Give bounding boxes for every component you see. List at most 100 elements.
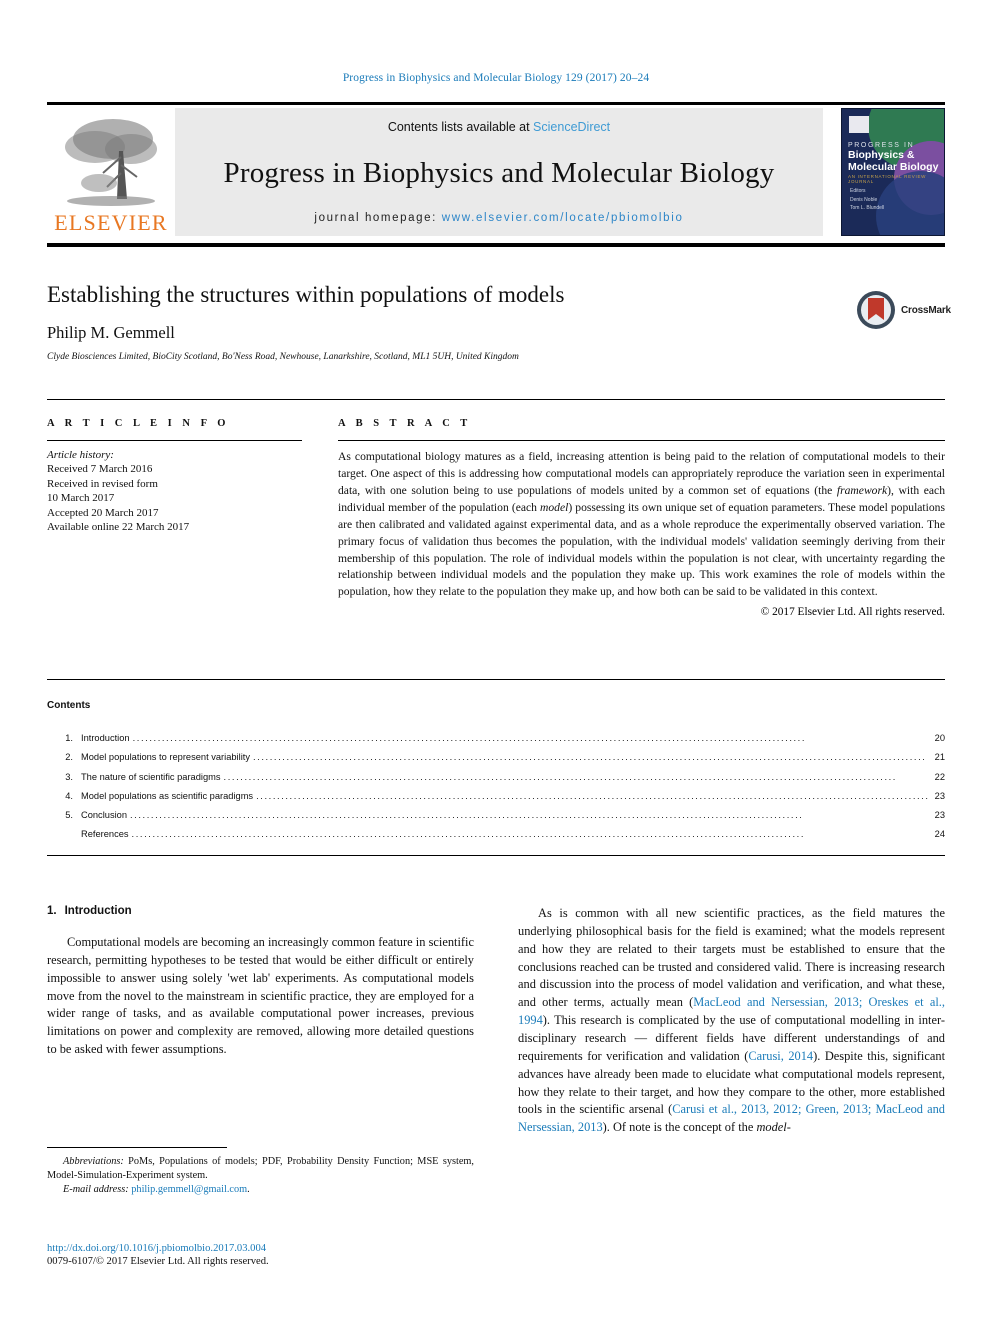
- toc-leader-dots: ........................................…: [256, 791, 930, 801]
- toc-number: 3.: [65, 771, 73, 782]
- article-title-block: Establishing the structures within popul…: [47, 282, 837, 362]
- abstract-body: As computational biology matures as a fi…: [338, 449, 945, 601]
- abbreviations-label: Abbreviations:: [63, 1156, 124, 1167]
- journal-homepage-line: journal homepage: www.elsevier.com/locat…: [314, 212, 683, 224]
- toc-page-number: 24: [934, 829, 945, 840]
- toc-item-model-populations-paradigms[interactable]: 4. Model populations as scientific parad…: [47, 790, 945, 801]
- article-affiliation: Clyde Biosciences Limited, BioCity Scotl…: [47, 352, 519, 363]
- journal-homepage-prefix: journal homepage:: [314, 212, 442, 224]
- crossmark-label: CrossMark: [901, 304, 951, 316]
- info-abstract-top-rule: [47, 399, 945, 400]
- journal-masthead: ELSEVIER Contents lists available at Sci…: [47, 102, 945, 236]
- abstract-italic-model: model: [540, 500, 569, 514]
- toc-item-model-populations-variability[interactable]: 2. Model populations to represent variab…: [47, 752, 945, 763]
- toc-number: 1.: [65, 733, 73, 743]
- toc-leader-dots: ........................................…: [130, 811, 804, 821]
- sciencedirect-link[interactable]: ScienceDirect: [533, 120, 610, 134]
- toc-page-number: 23: [934, 810, 945, 821]
- page-title: Establishing the structures within popul…: [47, 282, 565, 307]
- toc-page-number: 22: [934, 771, 945, 782]
- contents-top-rule: [47, 679, 945, 680]
- toc-item-nature-scientific-paradigms[interactable]: 3. The nature of scientific paradigms ..…: [47, 771, 945, 782]
- footnote-block: Abbreviations: PoMs, Populations of mode…: [47, 1155, 474, 1196]
- doi-link[interactable]: http://dx.doi.org/10.1016/j.pbiomolbio.2…: [47, 1243, 474, 1254]
- toc-item-conclusion[interactable]: 5. Conclusion ..........................…: [47, 810, 945, 821]
- contents-available-prefix: Contents lists available at: [387, 120, 534, 134]
- article-history-item: Available online 22 March 2017: [47, 521, 190, 534]
- contents-heading: Contents: [47, 700, 91, 711]
- toc-page-number: 21: [934, 752, 945, 763]
- article-history-item: 10 March 2017: [47, 492, 115, 505]
- running-head: Progress in Biophysics and Molecular Bio…: [342, 72, 650, 84]
- toc-number: 2.: [65, 752, 73, 763]
- body-column-left: 1. Introduction Computational models are …: [47, 905, 474, 1137]
- toc-label: Model populations to represent variabili…: [81, 752, 250, 763]
- article-info-section: A R T I C L E I N F O Article history: R…: [47, 418, 302, 618]
- toc-label: The nature of scientific paradigms: [81, 771, 221, 782]
- email-note: E-mail address: philip.gemmell@gmail.com…: [47, 1183, 474, 1197]
- journal-homepage-link[interactable]: www.elsevier.com/locate/pbiomolbio: [442, 212, 684, 224]
- email-link[interactable]: philip.gemmell@gmail.com: [131, 1184, 247, 1195]
- toc-number: 4.: [65, 790, 73, 801]
- toc-item-references[interactable]: References .............................…: [47, 829, 945, 840]
- toc-leader-dots: ........................................…: [132, 734, 807, 743]
- article-author: Philip M. Gemmell: [47, 323, 175, 343]
- toc-number: 5.: [65, 810, 73, 821]
- email-label: E-mail address:: [63, 1183, 129, 1195]
- contents-bottom-rule: [47, 855, 945, 856]
- cover-line-1: PROGRESS IN: [848, 142, 915, 149]
- abstract-italic-framework: framework: [836, 483, 888, 497]
- doi-block: http://dx.doi.org/10.1016/j.pbiomolbio.2…: [47, 1243, 474, 1267]
- cover-editor-2: Tom L. Blundell: [850, 205, 885, 211]
- article-info-rule: [47, 440, 302, 441]
- abstract-rule: [338, 440, 945, 441]
- article-info-heading: A R T I C L E I N F O: [47, 418, 230, 429]
- toc-page-number: 23: [934, 790, 945, 801]
- section-number: 1.: [47, 905, 57, 917]
- table-of-contents: Contents 1. Introduction ...............…: [47, 700, 945, 850]
- article-body: 1. Introduction Computational models are …: [47, 905, 945, 1137]
- crossmark-badge[interactable]: CrossMark: [856, 290, 951, 330]
- body-italic-model: model-: [756, 1120, 791, 1135]
- body-column-right: As is common with all new scientific pra…: [518, 905, 945, 1137]
- issn-copyright-line: 0079-6107/© 2017 Elsevier Ltd. All right…: [47, 1256, 269, 1267]
- cover-editors-label: Editors: [850, 188, 866, 194]
- cover-elsevier-mark-icon: [849, 116, 869, 133]
- toc-leader-dots: ........................................…: [131, 830, 806, 840]
- abstract-part-3: ) possessing its own unique set of equat…: [338, 500, 945, 599]
- toc-label: Conclusion: [81, 810, 127, 821]
- article-history-item: Accepted 20 March 2017: [47, 506, 159, 519]
- body-text-segment: As is common with all new scientific pra…: [518, 906, 945, 1010]
- email-period: .: [247, 1183, 250, 1195]
- contents-available-line: Contents lists available at ScienceDirec…: [388, 120, 610, 134]
- article-history-label: Article history:: [47, 449, 114, 461]
- title-top-rule: [47, 243, 945, 247]
- cover-line-2: Biophysics &: [848, 149, 915, 161]
- citation-link-carusi-2014[interactable]: Carusi, 2014: [748, 1049, 813, 1063]
- footnote-rule: [47, 1147, 227, 1148]
- body-text-segment: ). Of note is the concept of the: [602, 1120, 757, 1135]
- cover-editor-1: Denis Noble: [850, 196, 878, 203]
- toc-label: Model populations as scientific paradigm…: [81, 790, 254, 801]
- journal-cover-thumbnail: PROGRESS IN Biophysics & Molecular Biolo…: [841, 108, 945, 236]
- crossmark-icon: [856, 290, 896, 330]
- section-title: Introduction: [64, 905, 132, 917]
- toc-leader-dots: ........................................…: [223, 772, 897, 782]
- elsevier-tree-icon: [59, 113, 163, 211]
- abstract-copyright: © 2017 Elsevier Ltd. All rights reserved…: [760, 606, 945, 619]
- journal-title: Progress in Biophysics and Molecular Bio…: [223, 156, 775, 189]
- toc-leader-dots: ........................................…: [253, 753, 927, 763]
- section-heading-introduction: 1. Introduction: [47, 905, 474, 917]
- cover-line-4: AN INTERNATIONAL REVIEW JOURNAL: [848, 174, 927, 185]
- toc-label: Introduction: [81, 733, 130, 743]
- article-history-item: Received in revised form: [47, 477, 158, 490]
- elsevier-logo: ELSEVIER: [47, 108, 175, 236]
- toc-item-introduction[interactable]: 1. Introduction ........................…: [47, 733, 945, 743]
- body-paragraph: As is common with all new scientific pra…: [518, 905, 945, 1137]
- elsevier-wordmark: ELSEVIER: [54, 210, 168, 235]
- article-history-item: Received 7 March 2016: [47, 463, 153, 475]
- masthead-top-rule: [47, 102, 945, 105]
- abbreviations-note: Abbreviations: PoMs, Populations of mode…: [47, 1155, 474, 1183]
- body-paragraph: Computational models are becoming an inc…: [47, 935, 474, 1057]
- journal-article-page: Progress in Biophysics and Molecular Bio…: [0, 0, 992, 1323]
